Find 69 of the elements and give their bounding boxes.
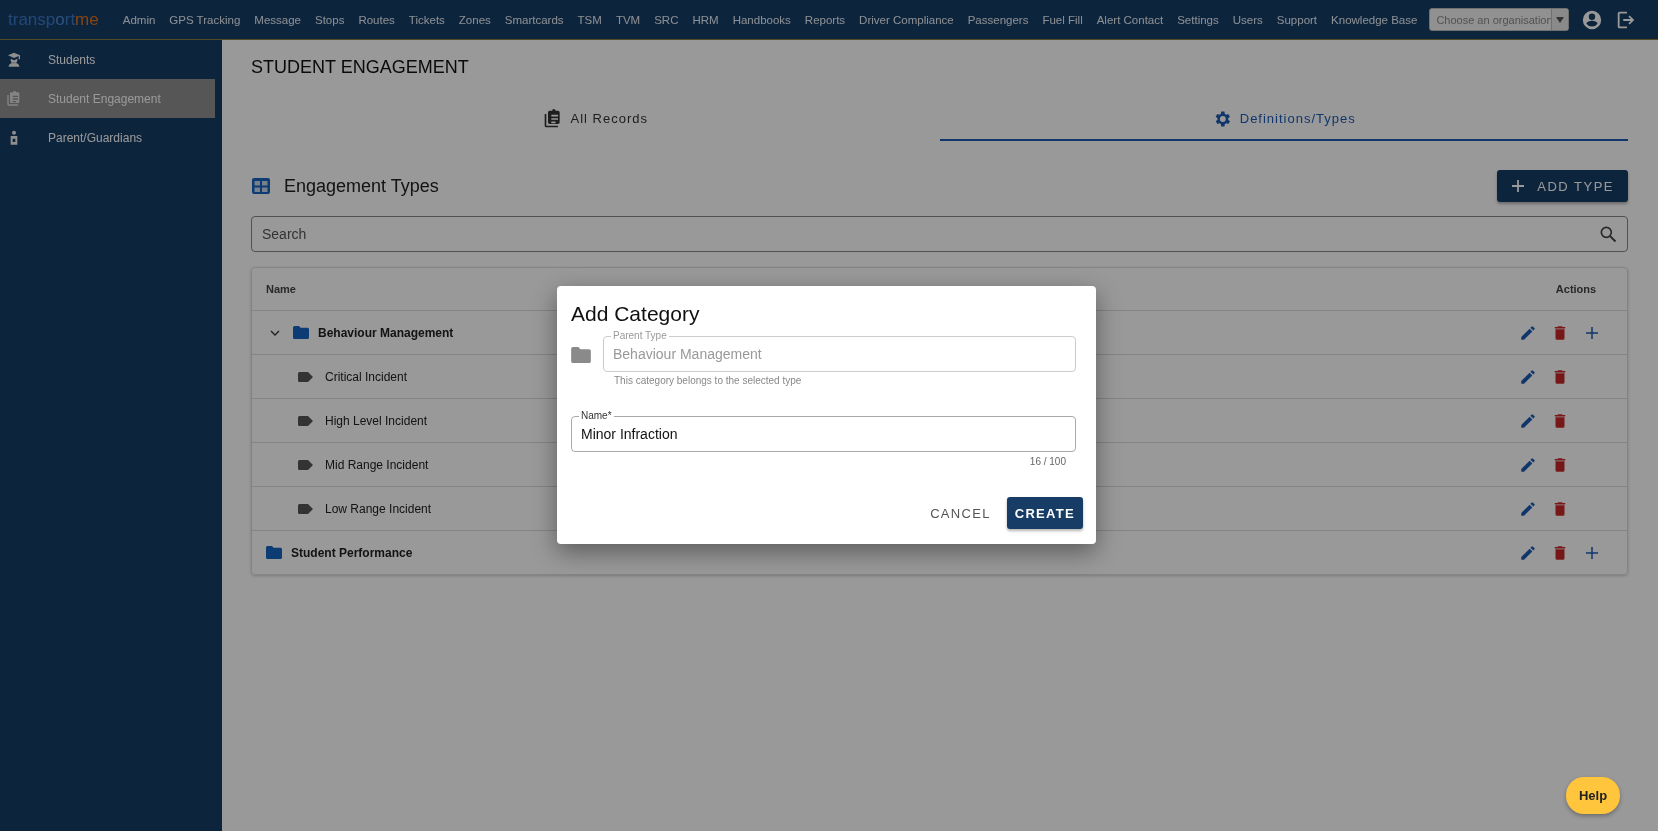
table-cell: High Level Incident (325, 413, 428, 428)
menu-item[interactable]: Admin (122, 13, 156, 26)
student-icon (6, 51, 22, 68)
menu-item[interactable]: Tickets (408, 13, 445, 26)
menu-item[interactable]: Driver Compliance (859, 13, 954, 26)
caret-icon (1551, 9, 1569, 30)
menu-item[interactable]: Routes (358, 13, 395, 26)
page-title: STUDENT ENGAGEMENT (251, 57, 470, 78)
dialog-title: Add Category (571, 302, 701, 326)
menu-item[interactable]: Stops (314, 13, 345, 26)
section-title: Engagement Types (284, 175, 439, 197)
cancel-button[interactable]: CANCEL (922, 497, 999, 529)
column-header: Actions (1554, 283, 1598, 295)
menu-item[interactable]: Handbooks (732, 13, 791, 26)
folder-icon (571, 347, 591, 363)
menu-item[interactable]: Message (254, 13, 301, 26)
table-cell: Behaviour Management (318, 325, 454, 340)
menu-item[interactable]: HRM (692, 13, 719, 26)
table-cell: Student Performance (291, 545, 413, 560)
edit-icon[interactable] (1519, 543, 1537, 562)
edit-icon[interactable] (1519, 323, 1537, 342)
menu-item[interactable]: Users (1232, 13, 1263, 26)
folder-icon (266, 546, 282, 559)
help-button[interactable]: Help (1566, 777, 1620, 814)
clipboard-icon (542, 108, 563, 129)
tag-icon (298, 415, 313, 426)
menu-item[interactable]: Reports (804, 13, 846, 26)
menu-item[interactable]: TVM (615, 13, 641, 26)
menu-item[interactable]: Smartcards (504, 13, 564, 26)
table-icon (251, 177, 271, 195)
menu-item[interactable]: SRC (654, 13, 679, 26)
tab[interactable]: Definitions/Types (939, 98, 1628, 141)
create-button[interactable]: CREATE (1006, 497, 1083, 529)
tag-icon (298, 503, 313, 514)
folder-icon (293, 326, 309, 339)
sidebar-item[interactable]: Student Engagement (0, 79, 215, 118)
search-icon (1598, 224, 1618, 244)
edit-icon[interactable] (1519, 499, 1537, 518)
menu-item[interactable]: Passengers (967, 13, 1029, 26)
menu-item[interactable]: Settings (1177, 13, 1219, 26)
table-cell: Mid Range Incident (325, 457, 429, 472)
menu-item[interactable]: Fuel Fill (1042, 13, 1083, 26)
name-field[interactable]: Name* Minor Infraction (571, 409, 1076, 452)
field-hint: This category belongs to the selected type (614, 375, 803, 386)
column-header: Name (266, 283, 296, 295)
organisation-select[interactable]: Choose an organisation (1429, 8, 1570, 31)
menu-item[interactable]: Zones (458, 13, 491, 26)
menu-item[interactable]: GPS Tracking (169, 13, 241, 26)
add-type-button[interactable]: ADD TYPE (1497, 170, 1628, 202)
tag-icon (298, 371, 313, 382)
chevron-down-icon[interactable] (270, 329, 280, 336)
character-counter: 16 / 100 (1029, 456, 1066, 467)
edit-icon[interactable] (1519, 367, 1537, 386)
sidebar-item[interactable]: Parent/Guardians (0, 118, 215, 157)
plus-icon (1511, 179, 1526, 193)
table-cell: Critical Incident (325, 369, 408, 384)
edit-icon[interactable] (1519, 455, 1537, 474)
tab[interactable]: All Records (251, 98, 940, 141)
menu-item[interactable]: Alert Contact (1096, 13, 1164, 26)
account-icon[interactable] (1581, 8, 1604, 31)
menu-item[interactable]: Support (1276, 13, 1318, 26)
sidebar-item[interactable]: Students (0, 40, 215, 79)
tag-icon (298, 459, 313, 470)
search-field[interactable]: Search (251, 216, 1628, 252)
menu-item[interactable]: Knowledge Base (1331, 13, 1418, 26)
table-cell: Low Range Incident (325, 501, 432, 516)
edit-icon[interactable] (1519, 411, 1537, 430)
clipboard-icon (6, 90, 22, 107)
menu-item[interactable]: TSM (577, 13, 602, 26)
